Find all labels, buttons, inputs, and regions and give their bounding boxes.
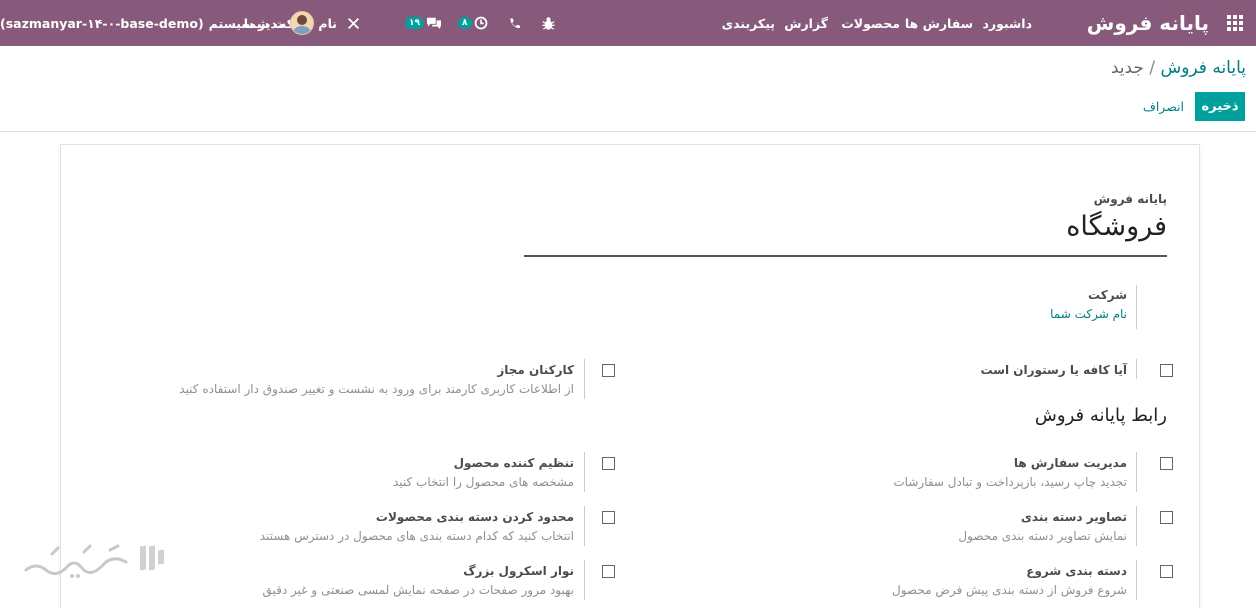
large-scrollbars-desc: بهبود مرور صفحات در صفحه نمایش لمسی صنعت… (262, 583, 574, 597)
authorized-employees-checkbox[interactable] (602, 364, 615, 377)
setting-divider (584, 506, 585, 546)
large-scrollbars-checkbox[interactable] (602, 565, 615, 578)
menu-reporting[interactable]: گزارش (784, 0, 828, 46)
top-navbar: پایانه فروش داشبورد سفارش ها محصولات گزا… (0, 0, 1256, 46)
menu-dashboard[interactable]: داشبورد (982, 0, 1032, 46)
phone-icon[interactable] (508, 0, 521, 46)
setting-divider (1136, 506, 1137, 546)
setting-divider (1136, 560, 1137, 600)
authorized-employees-desc: از اطلاعات کاربری کارمند برای ورود به نش… (179, 382, 574, 396)
restrict-categories-desc: انتخاب کنید که کدام دسته بندی های محصول … (259, 529, 574, 543)
section-title-pos-interface: رابط پایانه فروش (1034, 405, 1167, 426)
product-configurator-title: تنظیم کننده محصول (453, 456, 574, 470)
manage-orders-desc: تجدید چاپ رسید، بازپرداخت و تبادل سفارشا… (893, 475, 1127, 489)
chat-icon (426, 16, 442, 30)
control-panel-divider (0, 131, 1256, 132)
start-category-title: دسته بندی شروع (1026, 564, 1127, 578)
large-scrollbars-title: نوار اسکرول بزرگ (463, 564, 574, 578)
menu-products[interactable]: محصولات (841, 0, 900, 46)
restrict-categories-checkbox[interactable] (602, 511, 615, 524)
company-field[interactable]: نام شرکت شما (1050, 307, 1127, 321)
category-images-desc: نمایش تصاویر دسته بندی محصول (958, 529, 1127, 543)
category-images-checkbox[interactable] (1160, 511, 1173, 524)
user-menu[interactable]: (sazmanyar-۱۴-۰-base-demo) مدیر سیستم (0, 0, 315, 46)
setting-divider (1136, 359, 1137, 379)
company-divider (1136, 285, 1137, 329)
breadcrumb-current: جدید (1110, 58, 1144, 78)
clock-icon (474, 16, 488, 30)
database-name: (sazmanyar-۱۴-۰-base-demo) (0, 15, 204, 31)
menu-configuration[interactable]: پیکربندی (722, 0, 775, 46)
pos-name-underline (524, 255, 1167, 257)
discard-button[interactable]: انصراف (1143, 92, 1184, 121)
setting-divider (1136, 452, 1137, 492)
debug-bug-icon[interactable] (541, 0, 556, 46)
messages-menu[interactable]: ۱۹ (405, 0, 442, 46)
breadcrumb-separator: / (1149, 58, 1156, 78)
apps-menu-icon[interactable] (1225, 0, 1245, 46)
pos-name-input[interactable]: فروشگاه (1066, 211, 1167, 242)
start-category-desc: شروع فروش از دسته بندی پیش فرض محصول (892, 583, 1127, 597)
watermark-wordmark (22, 540, 132, 580)
restaurant-setting-title: آیا کافه یا رستوران است (980, 363, 1127, 377)
avatar (290, 11, 315, 35)
restaurant-checkbox[interactable] (1160, 364, 1173, 377)
activities-badge: ۸ (458, 17, 472, 29)
manage-orders-title: مدیریت سفارش ها (1013, 456, 1127, 470)
category-images-title: تصاویر دسته بندی (1020, 510, 1127, 524)
setting-divider (584, 359, 585, 399)
setting-divider (584, 560, 585, 600)
breadcrumb-parent[interactable]: پایانه فروش (1160, 58, 1246, 78)
tools-icon (347, 17, 360, 30)
form-sheet: پایانه فروش فروشگاه شرکت نام شرکت شما آی… (60, 144, 1200, 608)
start-category-checkbox[interactable] (1160, 565, 1173, 578)
breadcrumb: پایانه فروش / جدید (1111, 58, 1246, 78)
messages-badge: ۱۹ (405, 17, 424, 29)
setting-divider (584, 452, 585, 492)
pos-name-label: پایانه فروش (1093, 192, 1167, 206)
app-brand[interactable]: پایانه فروش (1087, 0, 1209, 46)
watermark-logo (137, 540, 167, 580)
user-name: مدیر سیستم (208, 15, 286, 31)
company-label: شرکت (1088, 288, 1127, 302)
authorized-employees-title: کارکنان مجاز (497, 363, 574, 377)
product-configurator-desc: مشخصه های محصول را انتخاب کنید (392, 475, 574, 489)
save-button[interactable]: ذخیره (1195, 92, 1245, 121)
restrict-categories-title: محدود کردن دسته بندی محصولات (375, 510, 574, 524)
menu-orders[interactable]: سفارش ها (905, 0, 973, 46)
product-configurator-checkbox[interactable] (602, 457, 615, 470)
manage-orders-checkbox[interactable] (1160, 457, 1173, 470)
activities-menu[interactable]: ۸ (458, 0, 488, 46)
